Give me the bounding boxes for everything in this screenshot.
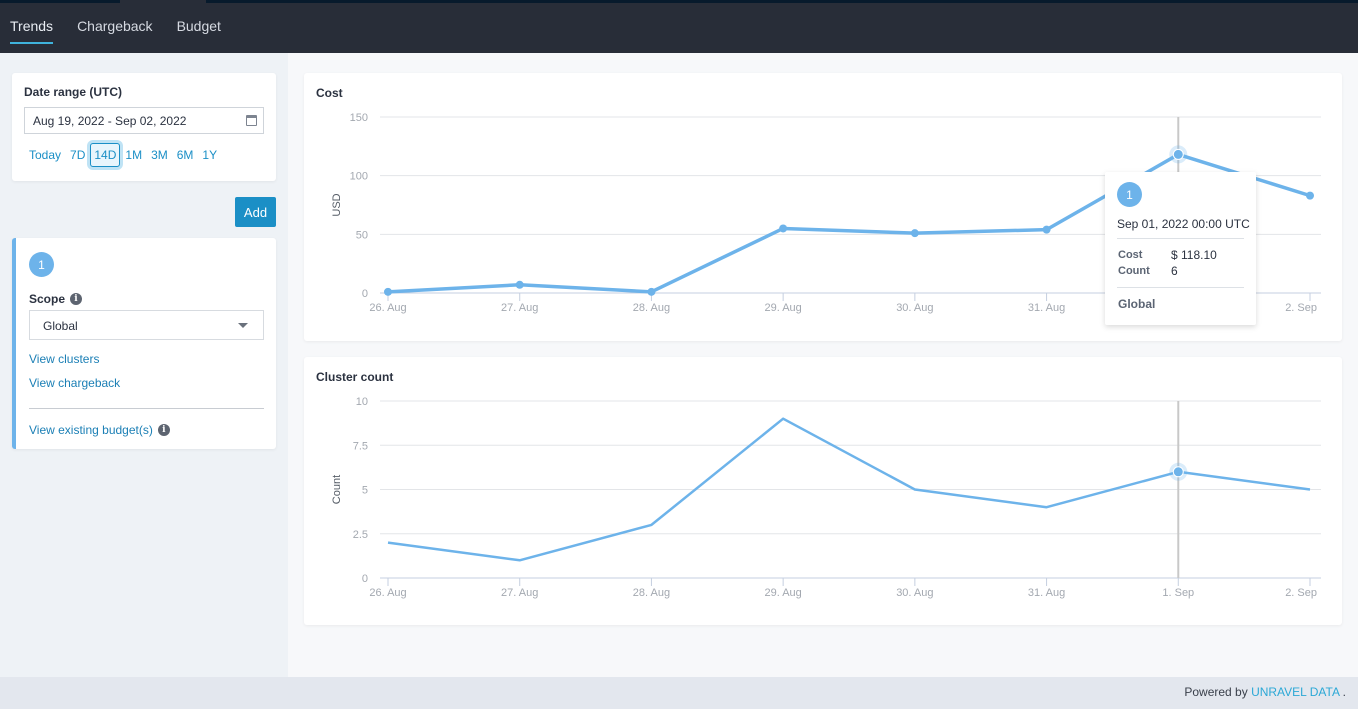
tab-trends[interactable]: Trends — [10, 18, 54, 44]
top-strip — [0, 0, 1358, 3]
view-chargeback-link[interactable]: View chargeback — [29, 376, 120, 390]
y-axis-label: Count — [331, 475, 343, 504]
x-tick-label: 28. Aug — [633, 587, 670, 599]
tooltip-cost-value: $ 118.10 — [1171, 248, 1217, 262]
footer: Powered by UNRAVEL DATA . — [0, 677, 1358, 709]
tooltip-scope: Global — [1118, 297, 1156, 311]
date-range-card: Date range (UTC) Aug 19, 2022 - Sep 02, … — [12, 73, 276, 181]
x-tick-label: 29. Aug — [764, 587, 801, 599]
tooltip-divider — [1117, 287, 1244, 288]
date-range-label: Date range (UTC) — [24, 85, 123, 99]
tooltip-cost-key: Cost — [1118, 249, 1143, 261]
y-axis-label: USD — [331, 193, 343, 216]
range-today[interactable]: Today — [29, 148, 61, 162]
x-tick-label: 29. Aug — [764, 302, 801, 314]
chart-tooltip: 1 Sep 01, 2022 00:00 UTC Cost $ 118.10 C… — [1105, 172, 1256, 325]
tooltip-count-value: 6 — [1171, 264, 1178, 278]
x-tick-label: 28. Aug — [633, 302, 670, 314]
y-tick-label: 50 — [356, 229, 368, 241]
y-tick-label: 0 — [362, 288, 368, 300]
tooltip-date: Sep 01, 2022 00:00 UTC — [1117, 217, 1250, 231]
range-3m[interactable]: 3M — [151, 148, 168, 162]
add-button[interactable]: Add — [235, 197, 276, 227]
data-point — [779, 224, 788, 233]
y-tick-label: 5 — [362, 485, 368, 497]
x-tick-label: 30. Aug — [896, 587, 933, 599]
range-1m[interactable]: 1M — [125, 148, 142, 162]
data-point — [910, 229, 919, 238]
calendar-icon[interactable] — [246, 115, 257, 126]
data-point — [1042, 225, 1051, 234]
cluster-count-chart-card: Cluster count 0 2.5 5 7.5 10 Count 26. Aug 27. … — [304, 357, 1342, 625]
view-clusters-link[interactable]: View clusters — [29, 352, 99, 366]
scope-label-row: Scope i — [29, 290, 83, 308]
x-tick-label: 27. Aug — [501, 587, 538, 599]
scope-select-value: Global — [43, 319, 78, 333]
powered-by-suffix: . — [1342, 685, 1346, 699]
scope-label: Scope — [29, 292, 66, 306]
x-tick-label: 27. Aug — [501, 302, 538, 314]
data-point — [1306, 191, 1314, 200]
tooltip-number-badge: 1 — [1117, 182, 1142, 207]
range-6m[interactable]: 6M — [177, 148, 194, 162]
tab-chargeback[interactable]: Chargeback — [77, 18, 153, 44]
highlight-point — [1172, 148, 1184, 160]
range-14d[interactable]: 14D — [90, 143, 121, 167]
x-tick-label: 31. Aug — [1028, 587, 1065, 599]
left-panel: Date range (UTC) Aug 19, 2022 - Sep 02, … — [0, 53, 288, 677]
info-icon[interactable]: i — [157, 423, 170, 436]
view-budgets-link[interactable]: View existing budget(s) — [29, 423, 153, 437]
nav-tabs: Trends Chargeback Budget — [10, 18, 221, 44]
y-tick-label: 150 — [350, 112, 368, 124]
brand-link[interactable]: UNRAVEL DATA — [1251, 685, 1339, 699]
info-icon[interactable]: i — [70, 292, 83, 305]
tooltip-count-key: Count — [1118, 265, 1150, 277]
x-tick-label: 26. Aug — [369, 302, 406, 314]
date-range-value: Aug 19, 2022 - Sep 02, 2022 — [33, 114, 187, 128]
data-point — [647, 287, 656, 296]
top-nav-bar: Trends Chargeback Budget — [0, 0, 1358, 53]
data-point — [384, 287, 392, 296]
scope-number-badge: 1 — [29, 252, 54, 277]
y-tick-label: 10 — [356, 396, 368, 408]
x-tick-label: 31. Aug — [1028, 302, 1065, 314]
y-tick-label: 7.5 — [353, 440, 368, 452]
y-tick-label: 2.5 — [353, 529, 368, 541]
date-range-input[interactable]: Aug 19, 2022 - Sep 02, 2022 — [24, 107, 264, 134]
x-tick-label: 26. Aug — [369, 587, 406, 599]
powered-by-label: Powered by — [1184, 685, 1248, 699]
tab-budget[interactable]: Budget — [177, 18, 221, 44]
cluster-count-chart[interactable]: 0 2.5 5 7.5 10 Count 26. Aug 27. Aug 28. Aug 29. … — [304, 357, 1342, 625]
y-tick-label: 0 — [362, 573, 368, 585]
quick-range-list: Today 7D 14D 1M 3M 6M 1Y — [29, 143, 217, 167]
tooltip-divider — [1117, 238, 1244, 239]
scope-card: 1 Scope i Global View clusters View charg… — [12, 238, 276, 449]
scope-select[interactable]: Global — [29, 310, 264, 340]
powered-by-text: Powered by UNRAVEL DATA . — [1184, 685, 1346, 699]
range-1y[interactable]: 1Y — [202, 148, 217, 162]
divider — [29, 408, 264, 409]
data-point — [515, 280, 524, 289]
x-tick-label: 2. Sep — [1285, 302, 1317, 314]
x-tick-label: 1. Sep — [1162, 587, 1194, 599]
range-7d[interactable]: 7D — [70, 148, 85, 162]
chevron-down-icon — [238, 323, 248, 328]
y-tick-label: 100 — [350, 171, 368, 183]
view-budgets-row: View existing budget(s) i — [29, 421, 170, 439]
x-tick-label: 30. Aug — [896, 302, 933, 314]
x-tick-label: 2. Sep — [1285, 587, 1317, 599]
highlight-point — [1172, 466, 1184, 478]
